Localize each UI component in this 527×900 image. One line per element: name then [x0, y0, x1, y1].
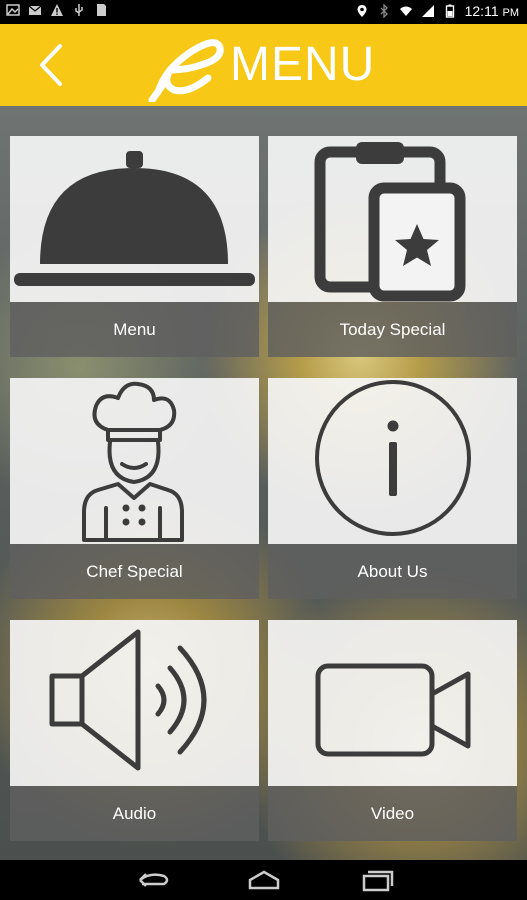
tile-chef-special[interactable]: Chef Special	[10, 378, 259, 599]
status-bar: 12:11 PM	[0, 0, 527, 24]
mail-notification-icon	[28, 5, 42, 15]
tile-chef-special-label: Chef Special	[86, 562, 183, 581]
tile-audio-label: Audio	[112, 804, 157, 823]
location-icon	[357, 5, 367, 17]
e-logo-icon	[148, 39, 224, 102]
tile-menu[interactable]: Menu	[10, 136, 259, 357]
tile-video-label: Video	[370, 804, 415, 823]
chevron-left-icon[interactable]	[30, 40, 78, 90]
tile-about-us[interactable]: About Us	[268, 378, 517, 599]
system-nav-bar	[0, 860, 527, 900]
tile-today-special-label: Today Special	[339, 320, 446, 339]
status-time: 12:11 PM	[464, 3, 519, 19]
battery-icon	[445, 4, 454, 18]
tile-video[interactable]: Video	[268, 620, 517, 841]
signal-icon	[421, 5, 434, 17]
video-camera-icon	[315, 663, 471, 757]
sd-card-notification-icon	[97, 4, 106, 16]
usb-notification-icon	[75, 4, 83, 16]
bluetooth-icon	[380, 4, 388, 18]
tile-audio[interactable]: Audio	[10, 620, 259, 841]
app-title: MENU	[230, 38, 376, 91]
menu-grid: Menu Today Special Chef Special About Us…	[0, 106, 527, 860]
warning-notification-icon	[51, 4, 63, 16]
info-icon	[315, 380, 471, 536]
home-icon[interactable]	[244, 868, 284, 892]
cloche-icon	[14, 151, 255, 286]
recents-icon[interactable]	[356, 868, 396, 892]
image-notification-icon	[6, 4, 20, 16]
chef-icon	[82, 381, 184, 542]
wifi-icon	[399, 6, 412, 16]
speaker-icon	[49, 629, 207, 771]
tile-today-special[interactable]: Today Special	[268, 136, 517, 357]
tile-about-us-label: About Us	[357, 562, 428, 581]
tile-menu-label: Menu	[113, 320, 156, 339]
clipboard-star-icon	[314, 142, 466, 302]
back-icon[interactable]	[134, 868, 174, 892]
app-header: MENU	[0, 24, 527, 106]
